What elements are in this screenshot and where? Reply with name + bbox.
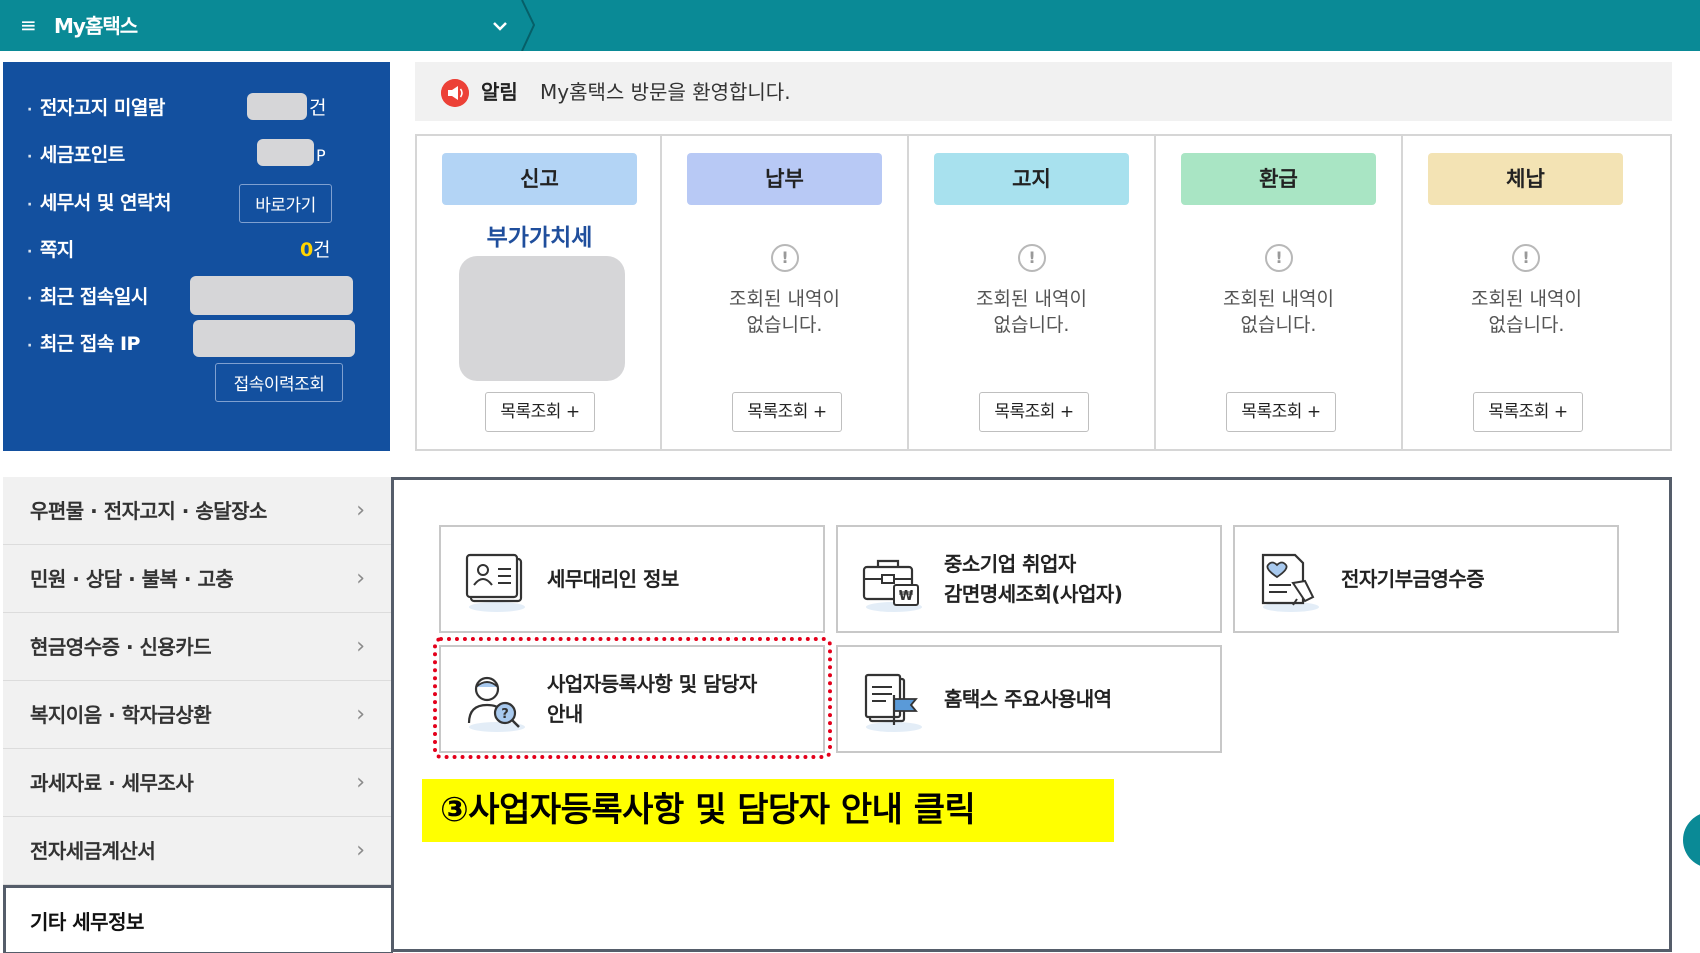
side-menu-label: 기타 세무정보: [30, 910, 144, 934]
side-menu-item[interactable]: 복지이음 · 학자금상환 ›: [3, 681, 393, 749]
list-view-button[interactable]: 목록조회 +: [1226, 392, 1336, 432]
chevron-right-icon: ›: [356, 634, 365, 659]
side-menu-item[interactable]: 전자세금계산서 ›: [3, 817, 393, 885]
user-info-panel: · 전자고지 미열람 건 · 세금포인트 P · 세무서 및 연락처 바로가기 · 쪽지…: [3, 62, 390, 451]
list-view-button[interactable]: 목록조회 +: [732, 392, 842, 432]
unit-label: 건: [309, 97, 327, 119]
id-card-icon: [465, 553, 525, 612]
card-business-registration[interactable]: ? 사업자등록사항 및 담당자 안내: [439, 645, 825, 753]
masked-value: [190, 276, 353, 315]
login-history-button[interactable]: 접속이력조회: [215, 363, 343, 402]
card-label: 중소기업 취업자 감면명세조회(사업자): [944, 552, 1123, 606]
status-header: 신고: [442, 153, 637, 205]
side-menu-item[interactable]: 우편물 · 전자고지 · 송달장소 ›: [3, 477, 393, 545]
info-row-tax-office: · 세무서 및 연락처: [27, 192, 171, 214]
side-menu-label: 복지이음 · 학자금상환: [30, 703, 212, 727]
card-hometax-usage[interactable]: 홈택스 주요사용내역: [836, 645, 1222, 753]
status-column-payment: 납부 ! 조회된 내역이 없습니다. 목록조회 +: [662, 136, 909, 449]
side-menu-label: 과세자료 · 세무조사: [30, 771, 194, 795]
list-view-button[interactable]: 목록조회 +: [485, 392, 595, 432]
notice-message: My홈택스 방문을 환영합니다.: [540, 80, 791, 104]
empty-message: 조회된 내역이 없습니다.: [976, 288, 1087, 336]
info-row-unread-notice: · 전자고지 미열람: [27, 97, 165, 119]
card-sme-tax-reduction[interactable]: ₩ 중소기업 취업자 감면명세조회(사업자): [836, 525, 1222, 633]
exclamation-icon: !: [1265, 244, 1293, 272]
info-row-messages: · 쪽지: [27, 239, 74, 261]
unit-label: 건: [313, 239, 331, 261]
masked-value: [193, 320, 355, 357]
breadcrumb-separator-icon: [521, 0, 536, 51]
exclamation-icon: !: [1512, 244, 1540, 272]
side-menu-label: 우편물 · 전자고지 · 송달장소: [30, 499, 267, 523]
notice-label: 알림: [481, 80, 518, 104]
card-label: 사업자등록사항 및 담당자 안내: [547, 672, 757, 726]
side-menu-item[interactable]: 민원 · 상담 · 불복 · 고충 ›: [3, 545, 393, 613]
masked-value: [257, 139, 314, 166]
status-header: 체납: [1428, 153, 1623, 205]
side-menu-item[interactable]: 과세자료 · 세무조사 ›: [3, 749, 393, 817]
status-header: 환급: [1181, 153, 1376, 205]
card-label: 홈택스 주요사용내역: [944, 687, 1112, 711]
chevron-right-icon: ›: [356, 498, 365, 523]
svg-text:?: ?: [501, 707, 509, 722]
panel-border: [394, 949, 1669, 952]
chevron-down-icon[interactable]: [488, 12, 512, 40]
chevron-right-icon: ›: [356, 770, 365, 795]
side-menu-label: 민원 · 상담 · 불복 · 고충: [30, 567, 234, 591]
status-column-filing: 신고 부가가치세 목록조회 +: [417, 136, 662, 449]
info-row-last-ip: · 최근 접속 IP: [27, 333, 140, 355]
floating-action-button[interactable]: [1683, 812, 1700, 868]
status-column-arrears: 체납 ! 조회된 내역이 없습니다. 목록조회 +: [1403, 136, 1670, 449]
side-menu: 우편물 · 전자고지 · 송달장소 › 민원 · 상담 · 불복 · 고충 › …: [3, 477, 393, 953]
card-tax-agent-info[interactable]: 세무대리인 정보: [439, 525, 825, 633]
tax-status-grid: 신고 부가가치세 목록조회 + 납부 ! 조회된 내역이 없습니다. 목록조회 …: [415, 134, 1672, 451]
document-flag-icon: [864, 673, 922, 732]
briefcase-won-icon: ₩: [862, 559, 922, 612]
message-count[interactable]: 0: [300, 236, 313, 264]
side-menu-item-active[interactable]: 기타 세무정보: [3, 885, 393, 953]
info-row-tax-points: · 세금포인트: [27, 144, 125, 166]
side-menu-label: 현금영수증 · 신용카드: [30, 635, 212, 659]
vat-link[interactable]: 부가가치세: [417, 218, 662, 252]
unit-label: P: [316, 146, 326, 165]
svg-text:₩: ₩: [899, 589, 914, 604]
notice-bar: 알림 My홈택스 방문을 환영합니다.: [415, 62, 1672, 121]
list-view-button[interactable]: 목록조회 +: [979, 392, 1089, 432]
masked-value: [247, 93, 307, 120]
top-bar: ≡ My홈택스: [0, 0, 1700, 51]
card-label: 전자기부금영수증: [1341, 567, 1485, 591]
info-row-last-login: · 최근 접속일시: [27, 286, 148, 308]
instruction-callout: ③사업자등록사항 및 담당자 안내 클릭: [422, 779, 1114, 842]
donation-receipt-icon: [1261, 553, 1319, 612]
chevron-right-icon: ›: [356, 702, 365, 727]
empty-message: 조회된 내역이 없습니다.: [1471, 288, 1582, 336]
megaphone-icon: [441, 79, 469, 107]
status-header: 고지: [934, 153, 1129, 205]
exclamation-icon: !: [771, 244, 799, 272]
status-column-refund: 환급 ! 조회된 내역이 없습니다. 목록조회 +: [1156, 136, 1403, 449]
side-menu-label: 전자세금계산서: [30, 839, 156, 863]
empty-message: 조회된 내역이 없습니다.: [729, 288, 840, 336]
side-menu-item[interactable]: 현금영수증 · 신용카드 ›: [3, 613, 393, 681]
page-title: My홈택스: [54, 14, 138, 38]
hamburger-menu-icon[interactable]: ≡: [20, 12, 42, 38]
exclamation-icon: !: [1018, 244, 1046, 272]
chevron-right-icon: ›: [356, 838, 365, 863]
person-question-icon: ?: [467, 676, 525, 732]
goto-tax-office-button[interactable]: 바로가기: [239, 184, 332, 223]
list-view-button[interactable]: 목록조회 +: [1473, 392, 1583, 432]
card-donation-receipt[interactable]: 전자기부금영수증: [1233, 525, 1619, 633]
card-label: 세무대리인 정보: [547, 567, 679, 591]
chevron-right-icon: ›: [356, 566, 365, 591]
status-header: 납부: [687, 153, 882, 205]
empty-message: 조회된 내역이 없습니다.: [1223, 288, 1334, 336]
masked-value: [459, 256, 625, 381]
status-column-notice: 고지 ! 조회된 내역이 없습니다. 목록조회 +: [909, 136, 1156, 449]
